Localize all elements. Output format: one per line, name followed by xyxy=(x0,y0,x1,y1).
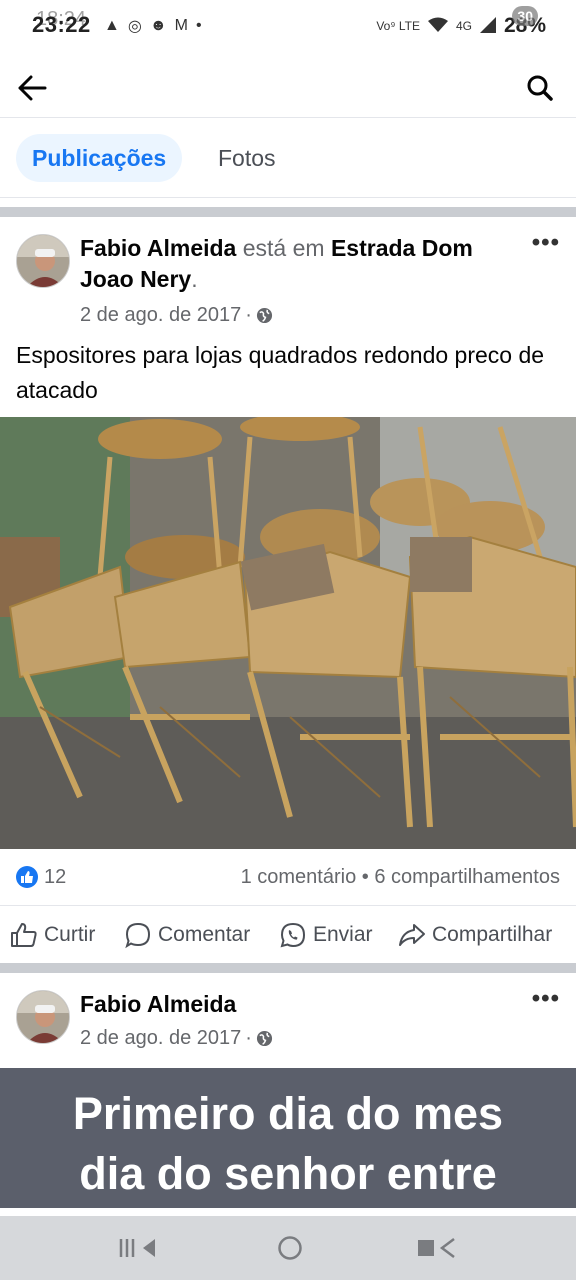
reactions-bar: 12 1 comentário • 6 compartilhamentos xyxy=(16,860,560,894)
send-button[interactable]: Enviar xyxy=(279,906,373,964)
post-banner-image[interactable]: Primeiro dia do mes dia do senhor entre xyxy=(0,1068,576,1208)
thumbs-up-icon xyxy=(11,923,37,947)
post-author-line: Fabio Almeida xyxy=(80,989,520,1020)
like-reaction-icon xyxy=(16,866,38,888)
comment-count[interactable]: 1 comentário xyxy=(241,866,357,888)
like-button[interactable]: Curtir xyxy=(10,906,95,964)
notification-icons: ▲ ◎ ☻ M • xyxy=(104,16,202,36)
comment-icon xyxy=(125,922,151,949)
back-button[interactable] xyxy=(14,70,50,106)
post-card: Fabio Almeida está em Estrada Dom Joao N… xyxy=(0,217,576,963)
system-nav-bar xyxy=(0,1216,576,1280)
post-date[interactable]: 2 de ago. de 2017 xyxy=(80,1027,241,1050)
person-icon: ☻ xyxy=(149,17,167,34)
post-photo[interactable] xyxy=(0,417,576,849)
avatar[interactable] xyxy=(16,234,70,288)
more-options-button[interactable]: ••• xyxy=(532,985,560,1013)
app-header xyxy=(0,56,576,118)
whatsapp-icon xyxy=(280,922,306,948)
post-card: Fabio Almeida 2 de ago. de 2017 · ••• xyxy=(0,973,576,1068)
back-triangle-icon xyxy=(418,1238,455,1258)
share-count[interactable]: 6 compartilhamentos xyxy=(374,866,560,888)
meta-separator: · xyxy=(245,1027,252,1049)
post-actions: Curtir Comentar Enviar Compartilhar xyxy=(0,905,576,963)
tab-fotos[interactable]: Fotos xyxy=(202,134,292,182)
more-options-button[interactable]: ••• xyxy=(532,229,560,257)
search-icon xyxy=(527,75,553,101)
search-button[interactable] xyxy=(522,70,558,106)
recent-apps-button[interactable] xyxy=(112,1232,162,1264)
send-label: Enviar xyxy=(313,923,373,946)
arrow-left-icon xyxy=(18,75,47,101)
avatar[interactable] xyxy=(16,990,70,1044)
comment-button[interactable]: Comentar xyxy=(124,906,250,964)
share-arrow-icon xyxy=(399,924,425,946)
notification-icon: ▲ xyxy=(104,17,120,34)
network-label: Vo⁹ LTE xyxy=(376,19,420,33)
counts-separator: • xyxy=(356,865,375,888)
banner-line: Primeiro dia do mes xyxy=(72,1088,504,1139)
tab-publicacoes[interactable]: Publicações xyxy=(16,134,183,182)
battery-ghost: 30 xyxy=(512,6,538,26)
profile-tabs: Publicações Fotos xyxy=(0,118,576,198)
location-suffix: . xyxy=(191,266,198,292)
globe-icon xyxy=(256,307,272,324)
recent-apps-icon xyxy=(119,1239,155,1257)
author-name[interactable]: Fabio Almeida xyxy=(80,991,236,1017)
instagram-icon: ◎ xyxy=(127,18,142,35)
post-text: Espositores para lojas quadrados redondo… xyxy=(16,342,545,403)
network-gen: 4G xyxy=(455,19,472,33)
signal-icon xyxy=(479,16,496,36)
post-date[interactable]: 2 de ago. de 2017 xyxy=(80,304,241,327)
post-meta: 2 de ago. de 2017 · xyxy=(80,1027,273,1050)
feed-separator xyxy=(0,963,576,973)
gmail-icon: M xyxy=(174,17,188,34)
feed-separator xyxy=(0,207,576,217)
share-button[interactable]: Compartilhar xyxy=(398,906,552,964)
like-count[interactable]: 12 xyxy=(44,866,66,889)
status-bar: 18:24 23:22 ▲ ◎ ☻ M • Vo⁹ LTE 4G 28% 30 xyxy=(0,0,576,56)
meta-separator: · xyxy=(245,304,252,326)
like-label: Curtir xyxy=(44,923,96,946)
home-button[interactable] xyxy=(270,1232,310,1264)
author-name[interactable]: Fabio Almeida xyxy=(80,235,236,261)
author-verb: está em xyxy=(236,235,331,261)
more-notifications-icon: • xyxy=(195,17,202,34)
wifi-icon xyxy=(427,17,448,36)
back-system-button[interactable] xyxy=(412,1232,464,1264)
status-time: 23:22 xyxy=(32,12,91,37)
banner-line: dia do senhor entre xyxy=(79,1148,497,1199)
engagement-counts: 1 comentário • 6 compartilhamentos xyxy=(241,866,560,889)
post-meta: 2 de ago. de 2017 · xyxy=(80,304,273,327)
share-label: Compartilhar xyxy=(432,923,553,946)
home-circle-icon xyxy=(278,1236,302,1260)
post-author-line: Fabio Almeida está em Estrada Dom Joao N… xyxy=(80,233,520,295)
globe-icon xyxy=(256,1030,272,1047)
comment-label: Comentar xyxy=(158,923,251,946)
